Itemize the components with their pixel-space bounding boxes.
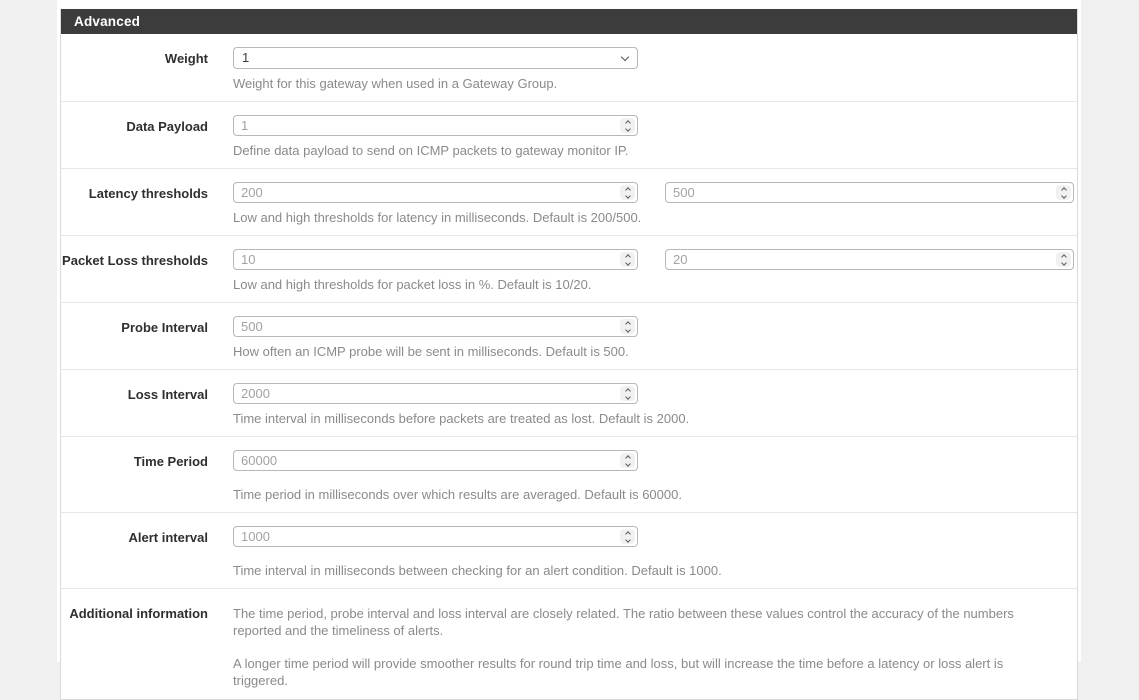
- spinner-down-icon: [624, 326, 631, 333]
- number-spinner[interactable]: [1056, 252, 1071, 267]
- spinner-up-icon: [624, 530, 631, 537]
- spinner-down-icon: [1060, 192, 1067, 199]
- field-label: Alert interval: [128, 530, 208, 545]
- form-row-packet-loss-thresholds: Packet Loss thresholds 10 20 Low and hig…: [61, 236, 1077, 303]
- field-label: Packet Loss thresholds: [62, 253, 208, 268]
- loss-interval-input[interactable]: [233, 383, 638, 404]
- number-spinner[interactable]: [620, 386, 635, 401]
- form-row-time-period: Time Period Time period in milliseconds …: [61, 437, 1077, 513]
- help-text: Weight for this gateway when used in a G…: [233, 76, 558, 91]
- info-paragraph: The time period, probe interval and loss…: [233, 606, 1014, 638]
- form-row-data-payload: Data Payload Define data payload to send…: [61, 102, 1077, 169]
- spinner-down-icon: [624, 192, 631, 199]
- field-label: Data Payload: [126, 119, 208, 134]
- time-period-input[interactable]: [233, 450, 638, 471]
- panel-title: Advanced: [61, 9, 1077, 34]
- form-row-loss-interval: Loss Interval Time interval in milliseco…: [61, 370, 1077, 437]
- field-label: Time Period: [133, 454, 208, 469]
- packetloss-low-input[interactable]: [233, 249, 638, 270]
- field-label: Latency thresholds: [88, 186, 208, 201]
- number-spinner[interactable]: [620, 252, 635, 267]
- field-label: Weight: [164, 51, 208, 66]
- data-payload-input[interactable]: [233, 115, 638, 136]
- spinner-up-icon: [624, 253, 631, 260]
- spinner-down-icon: [1060, 259, 1067, 266]
- spinner-up-icon: [624, 454, 631, 461]
- field-label: Probe Interval: [121, 320, 208, 335]
- number-spinner[interactable]: [620, 453, 635, 468]
- help-text: Time interval in milliseconds between ch…: [233, 563, 722, 578]
- help-text: Define data payload to send on ICMP pack…: [233, 143, 629, 158]
- probe-interval-input[interactable]: [233, 316, 638, 337]
- form-row-weight: Weight 1 Weight for this gateway when us…: [61, 34, 1077, 102]
- field-label: Additional information: [69, 606, 208, 621]
- packetloss-high-input[interactable]: [665, 249, 1074, 270]
- spinner-down-icon: [624, 259, 631, 266]
- weight-select[interactable]: 1: [233, 47, 638, 69]
- latency-low-input[interactable]: [233, 182, 638, 203]
- number-spinner[interactable]: [620, 319, 635, 334]
- help-text: Time interval in milliseconds before pac…: [233, 411, 690, 426]
- alert-interval-input[interactable]: [233, 526, 638, 547]
- form-row-additional-information: Additional information The time period, …: [61, 589, 1077, 699]
- number-spinner[interactable]: [620, 185, 635, 200]
- spinner-up-icon: [624, 186, 631, 193]
- number-spinner[interactable]: [620, 529, 635, 544]
- form-row-probe-interval: Probe Interval How often an ICMP probe w…: [61, 303, 1077, 370]
- content-column: Advanced Weight 1 Weight for this gatewa…: [57, 0, 1081, 700]
- spinner-up-icon: [624, 119, 631, 126]
- weight-select-value: 1: [242, 50, 250, 65]
- spinner-down-icon: [624, 460, 631, 467]
- chevron-down-icon: [620, 52, 630, 62]
- form-row-alert-interval: Alert interval Time interval in millisec…: [61, 513, 1077, 589]
- help-text: Low and high thresholds for latency in m…: [233, 210, 642, 225]
- info-paragraph: A longer time period will provide smooth…: [233, 656, 1004, 688]
- field-label: Loss Interval: [127, 387, 208, 402]
- help-text: How often an ICMP probe will be sent in …: [233, 344, 629, 359]
- spinner-down-icon: [624, 536, 631, 543]
- spinner-up-icon: [624, 387, 631, 394]
- form-row-latency-thresholds: Latency thresholds 200 500 Low and high …: [61, 169, 1077, 236]
- number-spinner[interactable]: [620, 118, 635, 133]
- help-text: Time period in milliseconds over which r…: [233, 487, 682, 502]
- advanced-panel: Advanced Weight 1 Weight for this gatewa…: [60, 9, 1078, 700]
- help-text: Low and high thresholds for packet loss …: [233, 277, 592, 292]
- spinner-down-icon: [624, 125, 631, 132]
- latency-high-input[interactable]: [665, 182, 1074, 203]
- spinner-up-icon: [1060, 186, 1067, 193]
- spinner-up-icon: [1060, 253, 1067, 260]
- spinner-up-icon: [624, 320, 631, 327]
- spinner-down-icon: [624, 393, 631, 400]
- number-spinner[interactable]: [1056, 185, 1071, 200]
